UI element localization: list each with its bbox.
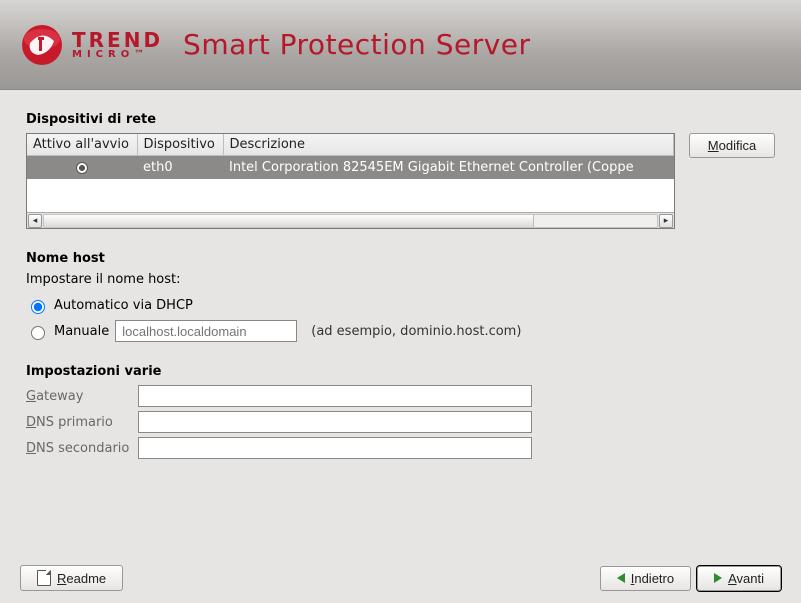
- trend-logo-icon: [20, 23, 64, 67]
- misc-section-title: Impostazioni varie: [26, 364, 775, 379]
- hostname-section-title: Nome host: [26, 251, 775, 266]
- scroll-right-icon[interactable]: ▸: [659, 214, 673, 228]
- col-desc: Descrizione: [223, 134, 674, 156]
- dns2-input[interactable]: [138, 437, 532, 459]
- brand-top: TREND: [72, 30, 163, 50]
- dns1-input[interactable]: [138, 411, 532, 433]
- scroll-left-icon[interactable]: ◂: [28, 214, 42, 228]
- brand-bottom: MICRO: [72, 49, 134, 60]
- gateway-input[interactable]: [138, 385, 532, 407]
- hostname-manual-radio[interactable]: [31, 326, 45, 340]
- readme-button[interactable]: Readme: [20, 565, 123, 591]
- brand-logo-block: TREND MICRO™: [20, 23, 163, 67]
- gateway-label: Gateway: [26, 389, 138, 404]
- col-device: Dispositivo: [137, 134, 223, 156]
- hostname-auto-label[interactable]: Automatico via DHCP: [54, 298, 193, 313]
- document-icon: [37, 570, 51, 586]
- next-button[interactable]: Avanti: [697, 566, 781, 591]
- arrow-left-icon: [617, 573, 625, 583]
- hostname-manual-label[interactable]: Manuale: [54, 324, 109, 339]
- header: TREND MICRO™ Smart Protection Server: [0, 0, 801, 90]
- arrow-right-icon: [714, 573, 722, 583]
- cell-desc: Intel Corporation 82545EM Gigabit Ethern…: [223, 156, 674, 180]
- col-active: Attivo all'avvio: [27, 134, 137, 156]
- hostname-manual-input[interactable]: [115, 320, 297, 342]
- cell-device: eth0: [137, 156, 223, 180]
- hostname-desc: Impostare il nome host:: [26, 272, 775, 287]
- table-row[interactable]: eth0 Intel Corporation 82545EM Gigabit E…: [27, 156, 674, 180]
- brand-text: TREND MICRO™: [72, 30, 163, 60]
- back-button[interactable]: Indietro: [600, 566, 691, 591]
- scroll-track[interactable]: [43, 214, 658, 228]
- hostname-hint: (ad esempio, dominio.host.com): [311, 324, 521, 339]
- horizontal-scrollbar[interactable]: ◂ ▸: [27, 212, 674, 228]
- dns2-label: DNS secondario: [26, 441, 138, 456]
- devices-section-title: Dispositivi di rete: [26, 112, 775, 127]
- page-title: Smart Protection Server: [183, 28, 530, 61]
- devices-table[interactable]: Attivo all'avvio Dispositivo Descrizione…: [26, 133, 675, 229]
- edit-button[interactable]: Modifica: [689, 133, 775, 158]
- scroll-thumb[interactable]: [44, 215, 534, 227]
- dns1-label: DNS primario: [26, 415, 138, 430]
- active-radio-icon: [76, 162, 88, 174]
- hostname-auto-radio[interactable]: [31, 300, 45, 314]
